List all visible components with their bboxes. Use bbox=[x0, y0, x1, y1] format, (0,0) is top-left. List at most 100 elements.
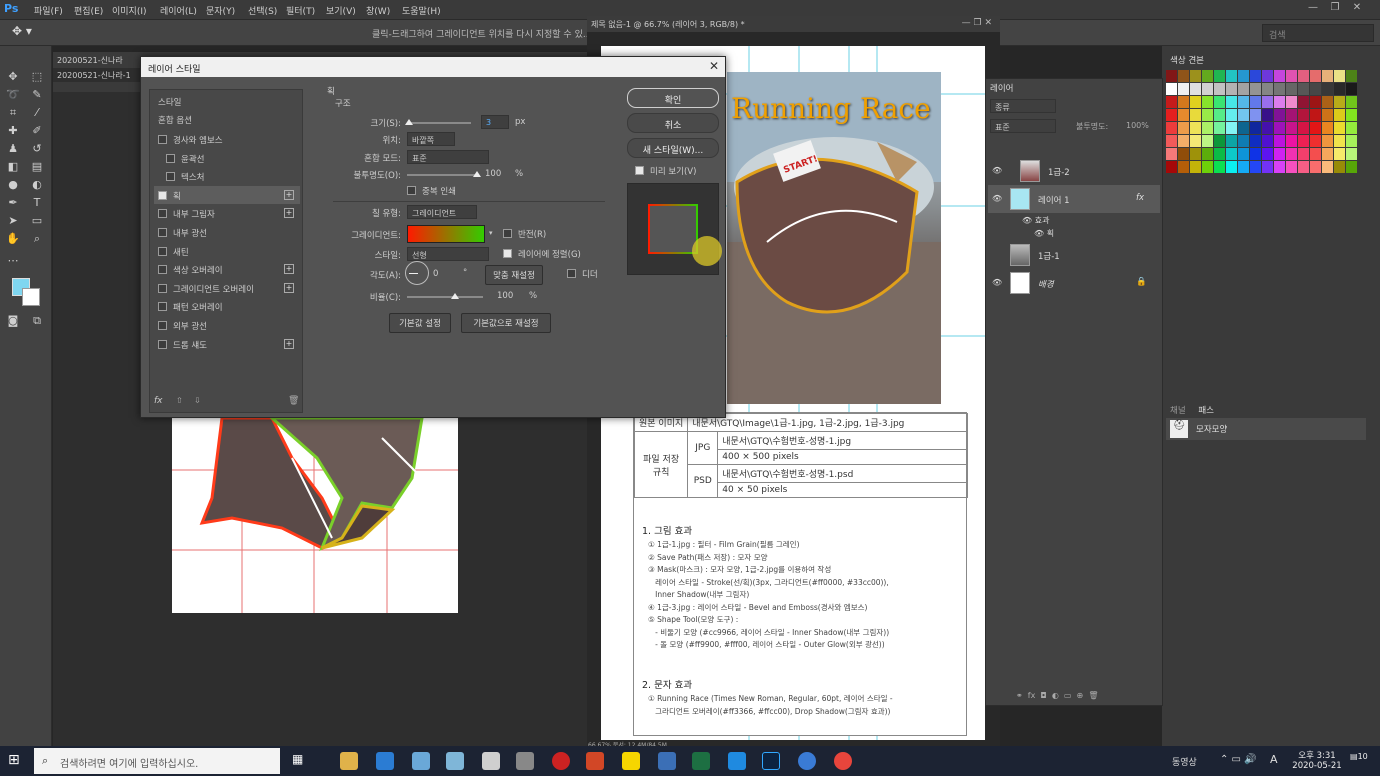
color-swatch[interactable] bbox=[1322, 161, 1333, 173]
ok-button[interactable]: 확인 bbox=[627, 88, 719, 108]
color-swatch[interactable] bbox=[1202, 96, 1213, 108]
color-swatch[interactable] bbox=[1310, 96, 1321, 108]
color-swatch[interactable] bbox=[1166, 96, 1177, 108]
style-checkbox[interactable] bbox=[166, 172, 175, 182]
color-swatch[interactable] bbox=[1274, 96, 1285, 108]
layer-item[interactable]: 👁 1급-2 bbox=[988, 157, 1160, 185]
color-swatch[interactable] bbox=[1250, 135, 1261, 147]
cancel-button[interactable]: 취소 bbox=[627, 113, 719, 133]
menu-item[interactable]: 편집(E) bbox=[74, 4, 103, 17]
make-default-button[interactable]: 기본값 설정 bbox=[389, 313, 451, 333]
color-swatch[interactable] bbox=[1178, 96, 1189, 108]
color-swatch[interactable] bbox=[1178, 148, 1189, 160]
color-swatch[interactable] bbox=[1202, 161, 1213, 173]
color-swatch[interactable] bbox=[1274, 122, 1285, 134]
align-layer-checkbox[interactable]: 레이어에 정렬(G) bbox=[503, 248, 581, 260]
style-list-item[interactable]: 내부 광선 bbox=[154, 223, 300, 241]
reset-default-button[interactable]: 기본값으로 재설정 bbox=[461, 313, 551, 333]
eraser-icon[interactable]: ◧ bbox=[4, 158, 22, 176]
color-swatch[interactable] bbox=[1178, 70, 1189, 82]
opacity-slider[interactable] bbox=[407, 174, 477, 176]
style-list-item[interactable]: 윤곽선 bbox=[154, 149, 300, 167]
stroke-effect-row[interactable]: 👁 획 bbox=[1034, 228, 1054, 239]
eye-icon[interactable]: 👁 bbox=[992, 278, 1002, 288]
color-swatch[interactable] bbox=[1310, 109, 1321, 121]
color-swatch[interactable] bbox=[1166, 122, 1177, 134]
color-swatch[interactable] bbox=[1286, 122, 1297, 134]
styles-header[interactable]: 스타일 bbox=[154, 92, 300, 110]
color-swatch[interactable] bbox=[1298, 135, 1309, 147]
path-item[interactable]: ⛑ 모자모양 bbox=[1166, 418, 1366, 440]
ime-indicator[interactable]: A bbox=[1270, 753, 1278, 766]
style-checkbox[interactable] bbox=[158, 302, 167, 312]
effects-row[interactable]: 👁 효과 bbox=[1022, 215, 1049, 226]
angle-dial[interactable] bbox=[405, 261, 429, 285]
angle-value[interactable]: 0 bbox=[433, 269, 438, 279]
add-effect-icon[interactable]: + bbox=[284, 338, 294, 349]
menu-item[interactable]: 파일(F) bbox=[34, 4, 63, 17]
style-select[interactable]: 선형 bbox=[407, 247, 489, 261]
style-list-item[interactable]: 그레이디언트 오버레이 + bbox=[154, 279, 300, 297]
color-swatch[interactable] bbox=[1346, 161, 1357, 173]
style-checkbox[interactable] bbox=[158, 228, 167, 237]
color-swatch[interactable] bbox=[1178, 161, 1189, 173]
color-swatch[interactable] bbox=[1214, 161, 1225, 173]
hand-icon[interactable]: ✋ bbox=[4, 230, 22, 248]
color-swatch[interactable] bbox=[1322, 109, 1333, 121]
layer-item[interactable]: 👁 배경 🔒 bbox=[988, 269, 1160, 297]
color-swatch[interactable] bbox=[1298, 83, 1309, 95]
color-swatch[interactable] bbox=[1262, 109, 1273, 121]
app-icon[interactable] bbox=[412, 752, 430, 770]
style-checkbox[interactable] bbox=[158, 190, 167, 200]
dialog-close-icon[interactable]: ✕ bbox=[707, 59, 721, 73]
layer-blend-mode[interactable]: 표준 bbox=[990, 119, 1056, 133]
style-list-item[interactable]: 경사와 엠보스 bbox=[154, 130, 300, 148]
style-checkbox[interactable] bbox=[158, 265, 167, 275]
dodge-icon[interactable]: ◐ bbox=[28, 176, 46, 194]
chrome-icon[interactable] bbox=[834, 752, 852, 770]
color-swatch[interactable] bbox=[1334, 122, 1345, 134]
color-swatch[interactable] bbox=[1214, 135, 1225, 147]
color-swatch[interactable] bbox=[1310, 122, 1321, 134]
color-swatch[interactable] bbox=[1226, 109, 1237, 121]
color-swatch[interactable] bbox=[1346, 70, 1357, 82]
color-swatch[interactable] bbox=[1250, 70, 1261, 82]
color-swatch[interactable] bbox=[1334, 135, 1345, 147]
doc2-tab[interactable]: 제목 없음-1 @ 66.7% (레이어 3, RGB/8) * bbox=[587, 16, 1000, 32]
color-swatch[interactable] bbox=[1190, 148, 1201, 160]
color-swatch[interactable] bbox=[1178, 109, 1189, 121]
color-swatch[interactable] bbox=[1310, 70, 1321, 82]
menu-item[interactable]: 이미지(I) bbox=[112, 4, 147, 17]
doc2-window-controls[interactable]: — ❐ ✕ bbox=[962, 18, 992, 28]
menu-item[interactable]: 창(W) bbox=[366, 4, 390, 17]
style-checkbox[interactable] bbox=[158, 321, 167, 330]
healing-icon[interactable]: ✚ bbox=[4, 122, 22, 140]
style-checkbox[interactable] bbox=[158, 339, 167, 349]
color-swatch[interactable] bbox=[1226, 83, 1237, 95]
color-swatch[interactable] bbox=[1274, 109, 1285, 121]
color-swatch[interactable] bbox=[1286, 70, 1297, 82]
color-swatch[interactable] bbox=[1214, 70, 1225, 82]
color-swatch[interactable] bbox=[1298, 70, 1309, 82]
style-list-item[interactable]: 텍스처 bbox=[154, 167, 300, 185]
scale-slider[interactable] bbox=[407, 296, 483, 298]
color-swatch[interactable] bbox=[1274, 83, 1285, 95]
color-swatch[interactable] bbox=[1166, 83, 1177, 95]
scale-value[interactable]: 100 bbox=[497, 291, 513, 301]
color-swatch[interactable] bbox=[1286, 148, 1297, 160]
layer-kind-filter[interactable]: 종류 bbox=[990, 99, 1056, 113]
color-swatch[interactable] bbox=[1262, 135, 1273, 147]
color-swatch[interactable] bbox=[1214, 96, 1225, 108]
menu-item[interactable]: 도움말(H) bbox=[402, 4, 441, 17]
move-down-icon[interactable]: ⇩ bbox=[194, 396, 201, 405]
eye-icon[interactable]: 👁 bbox=[992, 194, 1002, 204]
color-swatch[interactable] bbox=[1178, 122, 1189, 134]
type-icon[interactable]: T bbox=[28, 194, 46, 212]
gradient-preview[interactable] bbox=[407, 225, 485, 243]
color-swatch[interactable] bbox=[1250, 83, 1261, 95]
color-swatch[interactable] bbox=[1334, 70, 1345, 82]
color-swatch[interactable] bbox=[1238, 161, 1249, 173]
style-checkbox[interactable] bbox=[158, 283, 167, 293]
size-slider[interactable] bbox=[407, 122, 471, 124]
color-swatch[interactable] bbox=[1346, 83, 1357, 95]
